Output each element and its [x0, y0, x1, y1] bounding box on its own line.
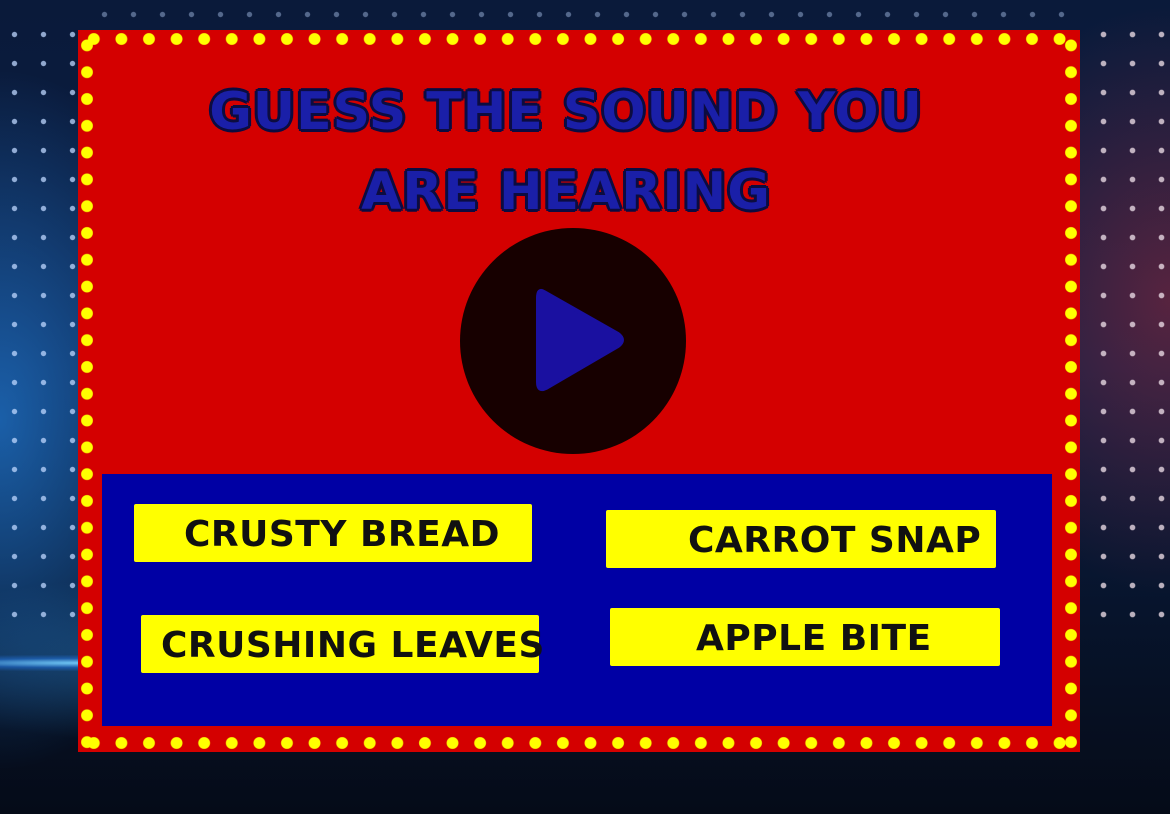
marquee-bulbs-right — [1062, 30, 1080, 752]
answer-label: CARROT SNAP — [688, 520, 982, 561]
answer-option-carrot-snap[interactable]: CARROT SNAP — [606, 510, 996, 568]
answer-label: CRUSHING LEAVES — [161, 625, 545, 666]
answer-option-crushing-leaves[interactable]: CRUSHING LEAVES — [141, 615, 544, 673]
answer-option-crusty-bread[interactable]: CRUSTY BREAD — [134, 504, 532, 562]
answer-label: CRUSTY BREAD — [184, 514, 500, 555]
marquee-bulbs-top — [78, 30, 1080, 48]
background-lights-top — [90, 0, 1080, 34]
play-sound-button[interactable] — [460, 228, 686, 454]
question-title: GUESS THE SOUND YOU ARE HEARING — [209, 82, 923, 222]
marquee-bulbs-left — [78, 30, 96, 752]
background-lights-left — [0, 20, 90, 640]
answer-panel: CRUSTY BREAD CARROT SNAP CRUSHING LEAVES… — [102, 474, 1052, 726]
marquee-bulbs-bottom — [78, 734, 1080, 752]
answer-option-apple-bite[interactable]: APPLE BITE — [610, 608, 1000, 666]
quiz-board: GUESS THE SOUND YOU ARE HEARING CRUSTY B… — [78, 30, 1080, 752]
answer-label: APPLE BITE — [696, 618, 932, 659]
play-icon — [536, 288, 624, 392]
